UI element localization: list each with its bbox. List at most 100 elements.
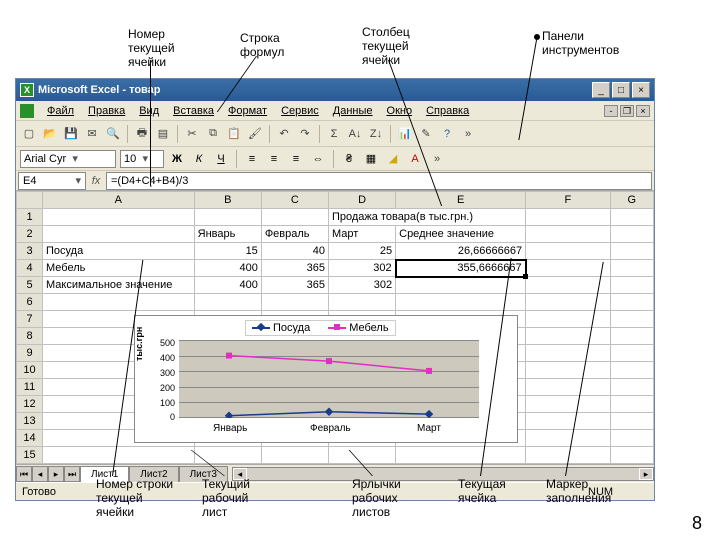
print-icon[interactable]: 🖶 <box>133 125 151 143</box>
cell[interactable]: Мебель <box>43 260 195 277</box>
format-painter-icon[interactable]: 🖌 <box>246 125 264 143</box>
tab-first-button[interactable]: ⏮ <box>16 466 32 482</box>
col-header-B[interactable]: B <box>194 192 261 209</box>
col-header-C[interactable]: C <box>261 192 328 209</box>
row-header-2[interactable]: 2 <box>17 226 43 243</box>
name-box[interactable]: E4▾ <box>18 172 86 190</box>
italic-button[interactable]: К <box>190 150 208 168</box>
align-right-button[interactable]: ≡ <box>287 150 305 168</box>
row-header-14[interactable]: 14 <box>17 430 43 447</box>
chart-icon[interactable]: 📊 <box>396 125 414 143</box>
close-button[interactable]: × <box>632 82 650 98</box>
menu-tools[interactable]: Сервис <box>274 105 326 117</box>
sort-desc-icon[interactable]: Z↓ <box>367 125 385 143</box>
new-icon[interactable]: ▢ <box>20 125 38 143</box>
preview-icon[interactable]: ▤ <box>154 125 172 143</box>
help-icon[interactable]: ? <box>438 125 456 143</box>
sort-asc-icon[interactable]: A↓ <box>346 125 364 143</box>
row-header-13[interactable]: 13 <box>17 413 43 430</box>
mail-icon[interactable]: ✉ <box>83 125 101 143</box>
cell[interactable]: Посуда <box>43 243 195 260</box>
doc-restore-button[interactable]: ❐ <box>620 105 634 117</box>
cell[interactable]: Январь <box>194 226 261 243</box>
worksheet-grid[interactable]: A B C D E F G 1 Продажа товара(в тыс.грн.… <box>16 191 654 464</box>
col-header-A[interactable]: A <box>43 192 195 209</box>
cell[interactable]: 400 <box>194 277 261 294</box>
more-fmt-icon[interactable]: » <box>428 150 446 168</box>
active-cell[interactable]: 355,6666667 <box>396 260 526 277</box>
fill-handle[interactable] <box>523 274 528 279</box>
menu-format[interactable]: Формат <box>221 105 274 117</box>
fx-button[interactable]: fx <box>86 175 106 187</box>
tab-prev-button[interactable]: ◂ <box>32 466 48 482</box>
bold-button[interactable]: Ж <box>168 150 186 168</box>
undo-icon[interactable]: ↶ <box>275 125 293 143</box>
row-header-6[interactable]: 6 <box>17 294 43 311</box>
redo-icon[interactable]: ↷ <box>296 125 314 143</box>
menu-insert[interactable]: Вставка <box>166 105 221 117</box>
row-header-10[interactable]: 10 <box>17 362 43 379</box>
cell[interactable]: Март <box>328 226 395 243</box>
cell[interactable]: 365 <box>261 260 328 277</box>
row-header-4[interactable]: 4 <box>17 260 43 277</box>
underline-button[interactable]: Ч <box>212 150 230 168</box>
row-header-1[interactable]: 1 <box>17 209 43 226</box>
maximize-button[interactable]: □ <box>612 82 630 98</box>
row-header-3[interactable]: 3 <box>17 243 43 260</box>
cell[interactable]: 365 <box>261 277 328 294</box>
cell[interactable]: Февраль <box>261 226 328 243</box>
fill-color-button[interactable]: ◢ <box>384 150 402 168</box>
menu-help[interactable]: Справка <box>419 105 476 117</box>
select-all-button[interactable] <box>17 192 43 209</box>
borders-button[interactable]: ▦ <box>362 150 380 168</box>
font-size-combo[interactable]: 10▾ <box>120 150 164 168</box>
menu-window[interactable]: Окно <box>380 105 420 117</box>
cell[interactable]: 400 <box>194 260 261 277</box>
col-header-G[interactable]: G <box>610 192 653 209</box>
menu-edit[interactable]: Правка <box>81 105 132 117</box>
autosum-icon[interactable]: Σ <box>325 125 343 143</box>
save-icon[interactable]: 💾 <box>62 125 80 143</box>
more-icon[interactable]: » <box>459 125 477 143</box>
search-icon[interactable]: 🔍 <box>104 125 122 143</box>
cell[interactable]: Максимальное значение <box>43 277 195 294</box>
cell[interactable]: 40 <box>261 243 328 260</box>
row-header-15[interactable]: 15 <box>17 447 43 464</box>
merge-button[interactable]: ⇔ <box>309 150 327 168</box>
open-icon[interactable]: 📂 <box>41 125 59 143</box>
tab-last-button[interactable]: ⏭ <box>64 466 80 482</box>
col-header-E[interactable]: E <box>396 192 526 209</box>
row-header-9[interactable]: 9 <box>17 345 43 362</box>
col-header-D[interactable]: D <box>328 192 395 209</box>
copy-icon[interactable]: ⧉ <box>204 125 222 143</box>
cell[interactable]: 15 <box>194 243 261 260</box>
cell[interactable]: 302 <box>328 260 395 277</box>
cell[interactable]: 302 <box>328 277 395 294</box>
doc-minimize-button[interactable]: - <box>604 105 618 117</box>
cut-icon[interactable]: ✂ <box>183 125 201 143</box>
formula-input[interactable]: =(D4+C4+B4)/3 <box>106 172 652 190</box>
row-header-11[interactable]: 11 <box>17 379 43 396</box>
cell[interactable]: 25 <box>328 243 395 260</box>
menu-data[interactable]: Данные <box>326 105 380 117</box>
currency-button[interactable]: ₴ <box>340 150 358 168</box>
annot-column: Столбецтекущейячейки <box>362 26 410 67</box>
tab-next-button[interactable]: ▸ <box>48 466 64 482</box>
drawing-icon[interactable]: ✎ <box>417 125 435 143</box>
menu-file[interactable]: Файл <box>40 105 81 117</box>
minimize-button[interactable]: _ <box>592 82 610 98</box>
row-header-5[interactable]: 5 <box>17 277 43 294</box>
paste-icon[interactable]: 📋 <box>225 125 243 143</box>
align-center-button[interactable]: ≡ <box>265 150 283 168</box>
embedded-chart[interactable]: Посуда Мебель тыс.грн 500 400 300 200 10… <box>134 315 518 443</box>
row-header-12[interactable]: 12 <box>17 396 43 413</box>
row-header-8[interactable]: 8 <box>17 328 43 345</box>
doc-close-button[interactable]: × <box>636 105 650 117</box>
font-name-combo[interactable]: Arial Cyr▾ <box>20 150 116 168</box>
col-header-F[interactable]: F <box>526 192 611 209</box>
row-header-7[interactable]: 7 <box>17 311 43 328</box>
cell[interactable]: 26,66666667 <box>396 243 526 260</box>
cell[interactable]: Среднее значение <box>396 226 526 243</box>
align-left-button[interactable]: ≡ <box>243 150 261 168</box>
cell[interactable]: Продажа товара(в тыс.грн.) <box>328 209 525 226</box>
